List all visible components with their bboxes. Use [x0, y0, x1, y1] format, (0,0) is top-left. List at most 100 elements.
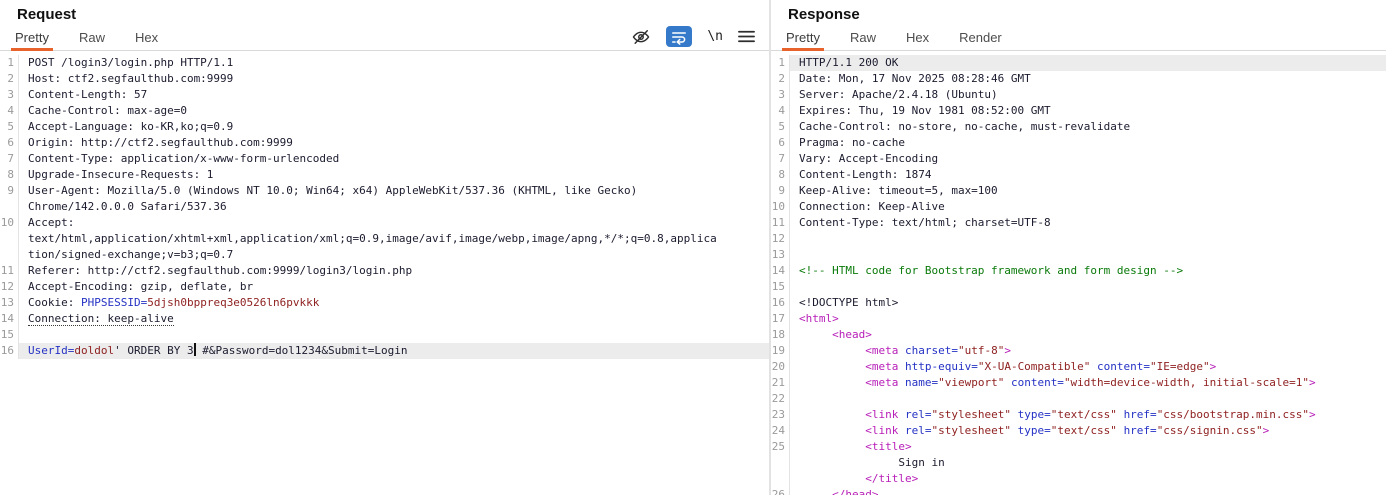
line-number: 26: [771, 487, 790, 495]
request-editor[interactable]: 1POST /login3/login.php HTTP/1.12Host: c…: [0, 51, 769, 495]
line-text: <html>: [790, 311, 1386, 327]
tab-hex[interactable]: Hex: [904, 26, 931, 50]
code-line: 8Upgrade-Insecure-Requests: 1: [0, 167, 769, 183]
code-line: 24 <link rel="stylesheet" type="text/css…: [771, 423, 1386, 439]
line-text: Accept-Language: ko-KR,ko;q=0.9: [19, 119, 769, 135]
line-number: 2: [771, 71, 790, 87]
line-text: [790, 279, 1386, 295]
line-text: <meta name="viewport" content="width=dev…: [790, 375, 1386, 391]
line-text: Origin: http://ctf2.segfaulthub.com:9999: [19, 135, 769, 151]
line-number: 22: [771, 391, 790, 407]
code-line: 25 <title>: [771, 439, 1386, 455]
tab-pretty[interactable]: Pretty: [13, 26, 51, 50]
line-text: </title>: [790, 471, 1386, 487]
code-line: 21 <meta name="viewport" content="width=…: [771, 375, 1386, 391]
http-message-viewer: Request Pretty Raw Hex: [0, 0, 1386, 495]
line-text: tion/signed-exchange;v=b3;q=0.7: [19, 247, 769, 263]
tab-hex[interactable]: Hex: [133, 26, 160, 50]
line-text: text/html,application/xhtml+xml,applicat…: [19, 231, 769, 247]
line-number: 11: [771, 215, 790, 231]
line-number: 16: [771, 295, 790, 311]
line-text: Cookie: PHPSESSID=5djsh0bppreq3e0526ln6p…: [19, 295, 769, 311]
code-line: 5Accept-Language: ko-KR,ko;q=0.9: [0, 119, 769, 135]
word-wrap-toggle[interactable]: [666, 26, 692, 47]
line-number: 9: [0, 183, 19, 199]
line-text: Sign in: [790, 455, 1386, 471]
line-text: Content-Type: application/x-www-form-url…: [19, 151, 769, 167]
line-number: 10: [771, 199, 790, 215]
response-panel: Response Pretty Raw Hex Render 1HTTP/1.1 20…: [771, 0, 1386, 495]
code-line: 4Expires: Thu, 19 Nov 1981 08:52:00 GMT: [771, 103, 1386, 119]
line-number: 8: [771, 167, 790, 183]
code-line: 2Date: Mon, 17 Nov 2025 08:28:46 GMT: [771, 71, 1386, 87]
code-line: 10Connection: Keep-Alive: [771, 199, 1386, 215]
code-line: 3Server: Apache/2.4.18 (Ubuntu): [771, 87, 1386, 103]
code-line: 14<!-- HTML code for Bootstrap framework…: [771, 263, 1386, 279]
code-line: 18 <head>: [771, 327, 1386, 343]
code-line: </title>: [771, 471, 1386, 487]
line-number: 14: [0, 311, 19, 327]
tab-render[interactable]: Render: [957, 26, 1004, 50]
line-number: 5: [0, 119, 19, 135]
line-text: Keep-Alive: timeout=5, max=100: [790, 183, 1386, 199]
menu-icon[interactable]: [738, 29, 755, 44]
line-number: 14: [771, 263, 790, 279]
line-number: 18: [771, 327, 790, 343]
line-text: [790, 247, 1386, 263]
line-number: 5: [771, 119, 790, 135]
line-number: 12: [771, 231, 790, 247]
newline-toggle[interactable]: \n: [707, 29, 723, 44]
line-text: Referer: http://ctf2.segfaulthub.com:999…: [19, 263, 769, 279]
line-text: Accept:: [19, 215, 769, 231]
code-line: 6Pragma: no-cache: [771, 135, 1386, 151]
code-line: 12Accept-Encoding: gzip, deflate, br: [0, 279, 769, 295]
tab-raw[interactable]: Raw: [77, 26, 107, 50]
line-text: Cache-Control: max-age=0: [19, 103, 769, 119]
code-line: 13: [771, 247, 1386, 263]
line-text: <meta charset="utf-8">: [790, 343, 1386, 359]
line-text: Vary: Accept-Encoding: [790, 151, 1386, 167]
line-number: 15: [771, 279, 790, 295]
line-number: 10: [0, 215, 19, 231]
response-tabbar: Pretty Raw Hex Render: [771, 26, 1386, 51]
line-number: 25: [771, 439, 790, 455]
line-number: 7: [0, 151, 19, 167]
line-text: Pragma: no-cache: [790, 135, 1386, 151]
response-tabs: Pretty Raw Hex Render: [771, 26, 1004, 50]
code-line: 16<!DOCTYPE html>: [771, 295, 1386, 311]
response-panel-title: Response: [788, 6, 1386, 26]
tab-raw[interactable]: Raw: [848, 26, 878, 50]
line-text: Accept-Encoding: gzip, deflate, br: [19, 279, 769, 295]
code-line: 9Keep-Alive: timeout=5, max=100: [771, 183, 1386, 199]
line-number: [0, 199, 19, 215]
request-panel-title: Request: [17, 6, 769, 26]
response-viewer[interactable]: 1HTTP/1.1 200 OK2Date: Mon, 17 Nov 2025 …: [771, 51, 1386, 495]
request-panel: Request Pretty Raw Hex: [0, 0, 769, 495]
code-line: 23 <link rel="stylesheet" type="text/css…: [771, 407, 1386, 423]
code-line: 14Connection: keep-alive: [0, 311, 769, 327]
code-line: 26 </head>: [771, 487, 1386, 495]
line-number: 7: [771, 151, 790, 167]
line-text: Content-Length: 1874: [790, 167, 1386, 183]
code-line: 22: [771, 391, 1386, 407]
line-number: 4: [771, 103, 790, 119]
tab-pretty[interactable]: Pretty: [784, 26, 822, 50]
line-number: 24: [771, 423, 790, 439]
line-number: 6: [771, 135, 790, 151]
line-number: 16: [0, 343, 19, 359]
line-text: <!-- HTML code for Bootstrap framework a…: [790, 263, 1386, 279]
line-text: Connection: Keep-Alive: [790, 199, 1386, 215]
line-text: Content-Length: 57: [19, 87, 769, 103]
code-line: 4Cache-Control: max-age=0: [0, 103, 769, 119]
line-text: Connection: keep-alive: [19, 311, 769, 327]
code-line: Sign in: [771, 455, 1386, 471]
line-text: User-Agent: Mozilla/5.0 (Windows NT 10.0…: [19, 183, 769, 199]
line-number: 13: [0, 295, 19, 311]
line-text: [790, 391, 1386, 407]
line-number: 3: [0, 87, 19, 103]
line-text: Date: Mon, 17 Nov 2025 08:28:46 GMT: [790, 71, 1386, 87]
code-line: 10Accept:: [0, 215, 769, 231]
eye-hidden-icon[interactable]: [631, 27, 651, 47]
code-line: 9User-Agent: Mozilla/5.0 (Windows NT 10.…: [0, 183, 769, 199]
code-line: 1HTTP/1.1 200 OK: [771, 55, 1386, 71]
